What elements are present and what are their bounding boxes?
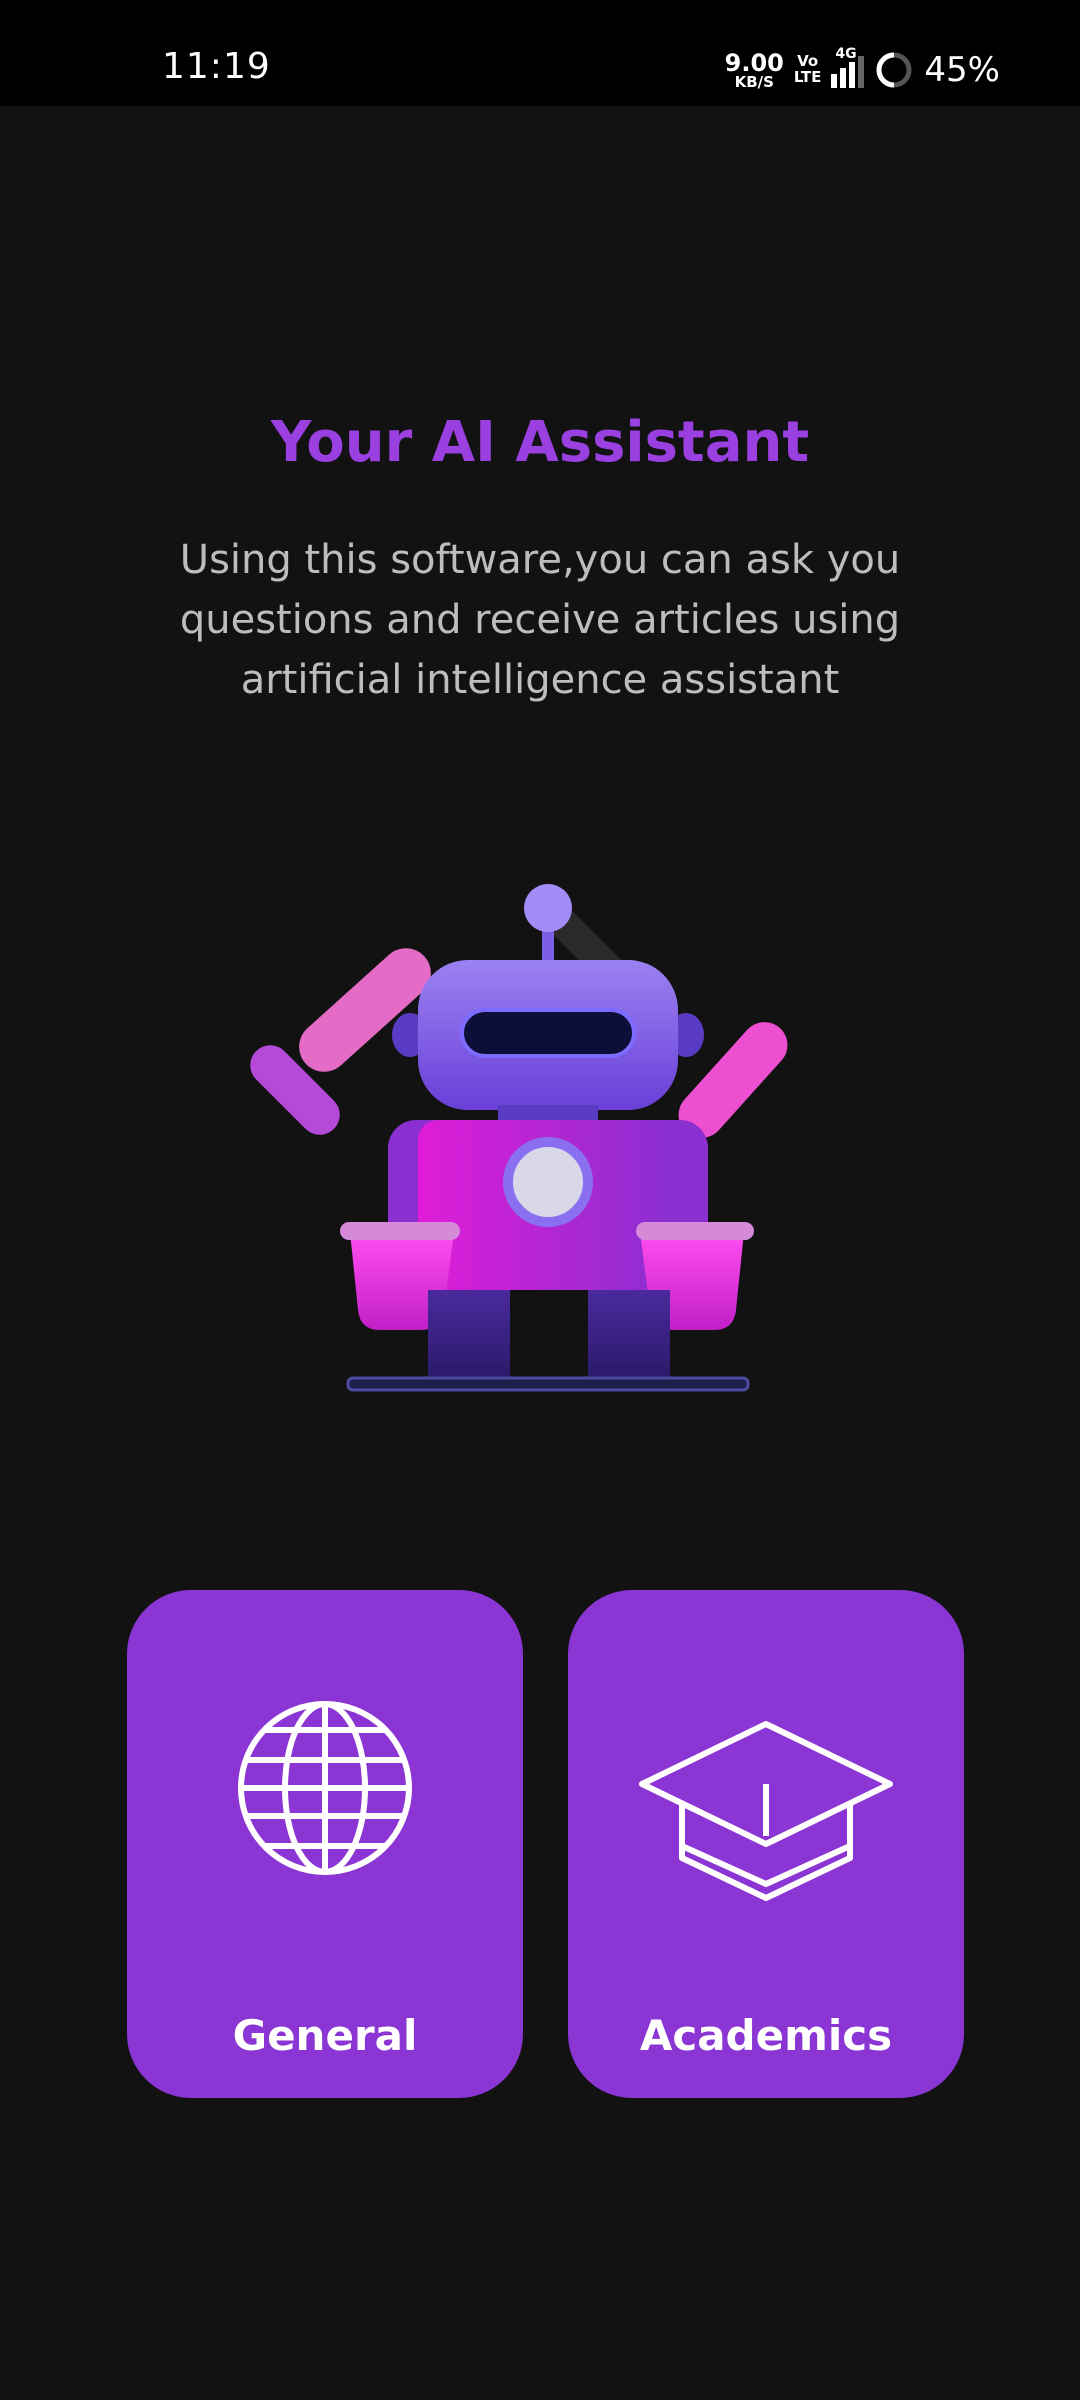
- volte-icon: Vo LTE: [793, 52, 822, 86]
- network-speed-value: 9.00: [724, 48, 784, 77]
- general-category-button[interactable]: General: [127, 1590, 523, 2098]
- signal-icon: 4G: [831, 46, 865, 88]
- page-title: Your AI Assistant: [270, 410, 810, 475]
- academics-category-button[interactable]: Academics: [568, 1590, 964, 2098]
- general-label: General: [232, 2011, 418, 2060]
- network-speed-unit: KB/S: [734, 72, 774, 91]
- globe-icon: [238, 1701, 412, 1875]
- battery-percent: 45%: [924, 50, 1000, 90]
- status-bar: 11:19 9.00 KB/S Vo LTE 4G 45%: [0, 0, 1080, 106]
- robot-illustration: [250, 884, 788, 1392]
- status-icons: 9.00 KB/S Vo LTE 4G 45%: [725, 40, 1000, 100]
- page-description: Using this software,you can ask you ques…: [179, 537, 901, 703]
- network-speed: 9.00 KB/S: [725, 51, 784, 90]
- academics-label: Academics: [639, 2011, 893, 2060]
- network-type: 4G: [835, 46, 857, 62]
- graduation-cap-icon: [639, 1721, 893, 1901]
- battery-icon: [876, 52, 912, 88]
- status-time: 11:19: [162, 46, 271, 87]
